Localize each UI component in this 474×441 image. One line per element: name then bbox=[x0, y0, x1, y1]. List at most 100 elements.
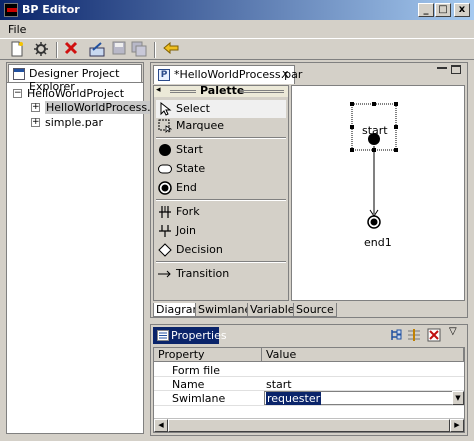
tab-source[interactable]: Source bbox=[293, 303, 337, 317]
maximize-button[interactable]: □ bbox=[435, 3, 451, 17]
properties-tab-label: Properties bbox=[171, 329, 227, 342]
palette-separator bbox=[156, 137, 286, 139]
swimlane-combo[interactable]: requester bbox=[264, 391, 454, 405]
save-all-icon[interactable] bbox=[130, 41, 148, 59]
palette: ◂ Palette Select Marquee Start State End… bbox=[153, 84, 289, 301]
end-node-icon bbox=[158, 181, 172, 195]
swimlane-value: requester bbox=[266, 392, 322, 405]
palette-join-node[interactable]: Join bbox=[156, 222, 286, 240]
palette-item-label: State bbox=[176, 162, 206, 175]
filter-icon[interactable] bbox=[407, 328, 421, 345]
palette-item-label: Join bbox=[176, 224, 197, 237]
app-icon bbox=[4, 3, 18, 17]
editor-tab-close-icon[interactable]: x bbox=[282, 67, 289, 80]
transition-edge[interactable] bbox=[369, 146, 379, 217]
palette-item-label: Decision bbox=[176, 243, 223, 256]
properties-view: Properties ▽ Property Value Form file Na… bbox=[150, 324, 468, 436]
delete-icon[interactable] bbox=[62, 41, 80, 59]
scroll-left-icon[interactable]: ◀ bbox=[154, 419, 168, 432]
title-bar: BP Editor _ □ x bbox=[0, 0, 474, 20]
settings-icon[interactable] bbox=[32, 41, 50, 59]
palette-end-node[interactable]: End bbox=[156, 179, 286, 197]
horizontal-scrollbar[interactable]: ◀ ▶ bbox=[154, 418, 464, 432]
window-title: BP Editor bbox=[22, 3, 80, 16]
start-node-icon bbox=[158, 143, 172, 157]
scrollbar-thumb[interactable] bbox=[168, 419, 450, 432]
collapse-icon[interactable]: − bbox=[13, 89, 22, 98]
project-explorer: Designer Project Explorer − HelloWorldPr… bbox=[6, 62, 170, 434]
palette-grip[interactable] bbox=[170, 90, 196, 93]
process-editor: P *HelloWorldProcess.par x ◂ Palette Sel… bbox=[150, 62, 468, 318]
palette-collapse-icon[interactable]: ◂ bbox=[156, 85, 161, 95]
properties-icon bbox=[157, 330, 169, 344]
tree-item-file[interactable]: + HelloWorldProcess.par bbox=[31, 101, 170, 115]
palette-transition-tool[interactable]: Transition bbox=[156, 265, 286, 283]
diagram-canvas[interactable]: start end1 bbox=[291, 85, 465, 301]
palette-fork-node[interactable]: Fork bbox=[156, 203, 286, 221]
expand-icon[interactable]: + bbox=[31, 118, 40, 127]
palette-marquee-tool[interactable]: Marquee bbox=[156, 117, 286, 135]
fork-icon bbox=[158, 205, 172, 219]
show-categories-icon[interactable] bbox=[389, 328, 403, 345]
table-row[interactable]: Swimlane requester ▼ bbox=[154, 391, 464, 406]
properties-table: Property Value Form file Name start Swim… bbox=[153, 347, 465, 433]
column-header-value[interactable]: Value bbox=[262, 348, 464, 362]
palette-item-label: Start bbox=[176, 143, 203, 156]
toolbar bbox=[0, 38, 474, 60]
end-node[interactable] bbox=[367, 215, 381, 229]
decision-icon bbox=[158, 243, 172, 257]
palette-item-label: Marquee bbox=[176, 119, 225, 132]
arrow-cursor-icon bbox=[158, 101, 172, 116]
end-node-label: end1 bbox=[364, 236, 392, 249]
process-file-icon: P bbox=[158, 69, 170, 81]
properties-tab[interactable]: Properties bbox=[153, 327, 227, 344]
editor-tab[interactable]: P *HelloWorldProcess.par x bbox=[153, 65, 302, 84]
restore-defaults-icon[interactable] bbox=[427, 328, 441, 345]
view-menu-icon[interactable]: ▽ bbox=[449, 326, 457, 337]
palette-select-tool[interactable]: Select bbox=[156, 100, 286, 118]
column-header-property[interactable]: Property bbox=[154, 348, 262, 362]
palette-title: Palette bbox=[200, 84, 245, 97]
toolbar-separator bbox=[154, 42, 156, 58]
tree-item-label: simple.par bbox=[45, 116, 104, 129]
explorer-tab[interactable]: Designer Project Explorer bbox=[8, 64, 142, 93]
property-name: Swimlane bbox=[172, 392, 226, 405]
close-button[interactable]: x bbox=[454, 3, 470, 17]
transition-arrow-icon bbox=[158, 267, 172, 281]
dropdown-arrow-icon[interactable]: ▼ bbox=[452, 391, 464, 405]
palette-item-label: End bbox=[176, 181, 197, 194]
back-arrow-icon[interactable] bbox=[162, 41, 180, 59]
menu-bar: File bbox=[0, 20, 474, 38]
palette-start-node[interactable]: Start bbox=[156, 141, 286, 159]
new-file-icon[interactable] bbox=[8, 41, 26, 59]
palette-state-node[interactable]: State bbox=[156, 160, 286, 178]
project-label: HelloWorldProject bbox=[27, 87, 125, 100]
palette-item-label: Select bbox=[176, 102, 210, 115]
palette-item-label: Fork bbox=[176, 205, 200, 218]
palette-decision-node[interactable]: Decision bbox=[156, 241, 286, 259]
palette-grip[interactable] bbox=[240, 90, 284, 93]
scroll-right-icon[interactable]: ▶ bbox=[450, 419, 464, 432]
table-row[interactable]: Name start bbox=[154, 377, 464, 391]
property-value[interactable]: start bbox=[266, 378, 292, 391]
minimize-button[interactable]: _ bbox=[418, 3, 434, 17]
state-node-icon bbox=[158, 162, 172, 176]
palette-separator bbox=[156, 261, 286, 263]
start-node-label: start bbox=[362, 124, 388, 137]
property-name: Name bbox=[172, 378, 205, 391]
table-row[interactable]: Form file bbox=[154, 363, 464, 377]
menu-file[interactable]: File bbox=[8, 23, 26, 36]
view-maximize-icon[interactable] bbox=[451, 65, 461, 74]
export-icon[interactable] bbox=[88, 41, 106, 59]
marquee-icon bbox=[158, 119, 173, 133]
save-icon[interactable] bbox=[110, 41, 128, 59]
view-minimize-icon[interactable] bbox=[437, 67, 447, 70]
join-icon bbox=[158, 224, 172, 238]
palette-item-label: Transition bbox=[176, 267, 230, 280]
explorer-tab-bar: Designer Project Explorer bbox=[7, 63, 143, 93]
explorer-icon bbox=[13, 68, 25, 83]
palette-header: ◂ Palette bbox=[154, 84, 288, 97]
expand-icon[interactable]: + bbox=[31, 103, 40, 112]
palette-separator bbox=[156, 199, 286, 201]
toolbar-separator bbox=[56, 42, 58, 58]
